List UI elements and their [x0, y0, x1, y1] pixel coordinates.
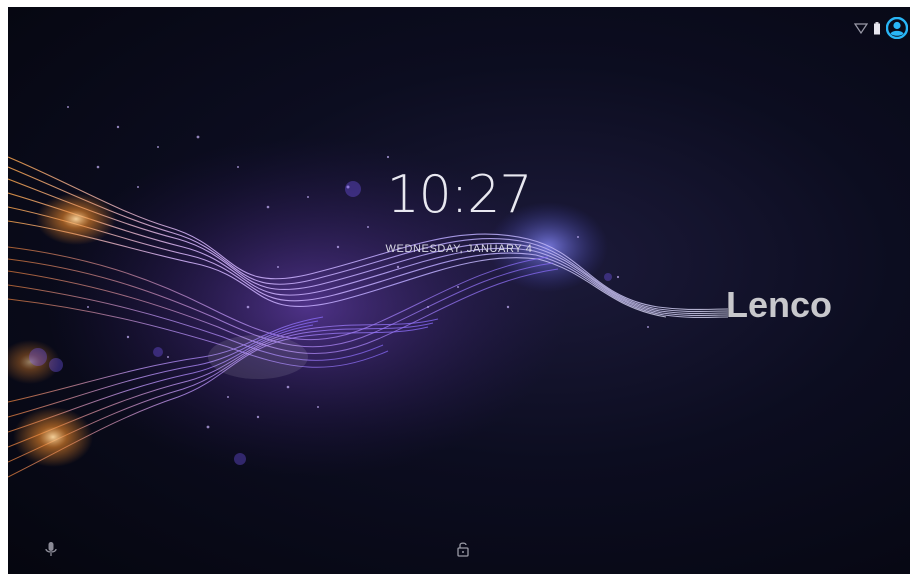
lockscreen-clock: 10:27: [386, 165, 533, 225]
battery-icon: [874, 21, 880, 34]
status-bar: [854, 17, 908, 39]
lock-icon[interactable]: [456, 540, 470, 558]
brand-logo: Lenco: [726, 284, 833, 325]
lockscreen-date: WEDNESDAY, JANUARY 4: [385, 243, 533, 255]
lock-screen: 10:27 WEDNESDAY, JANUARY 4 Lenco: [8, 7, 910, 574]
wifi-icon: [854, 23, 868, 34]
microphone-icon[interactable]: [44, 541, 58, 559]
user-account-icon[interactable]: [886, 17, 908, 39]
